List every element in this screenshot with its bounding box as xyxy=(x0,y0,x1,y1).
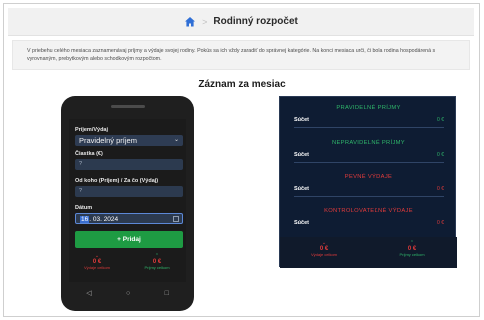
calendar-icon[interactable] xyxy=(173,216,179,222)
amount-input[interactable]: ? xyxy=(75,159,183,170)
chevron-down-icon: ⌄ xyxy=(173,137,179,143)
recent-apps-icon[interactable]: □ xyxy=(165,290,169,297)
divider xyxy=(294,196,444,197)
phone-income-label: Príjmy celkom xyxy=(144,265,170,270)
total-expenses-stat: ⌄ 0 € Výdaje celkom xyxy=(294,240,354,257)
fixed-expenses-row: Súčet 0 € xyxy=(294,186,444,192)
type-select-value: Pravidelný príjem xyxy=(79,136,137,145)
phone-mockup: Príjem/Výdaj Pravidelný príjem ⌄ Čiastka… xyxy=(61,96,194,311)
breadcrumb: > Rodinný rozpočet xyxy=(8,8,474,36)
fixed-expenses-sum: 0 € xyxy=(437,186,444,192)
phone-nav-bar: ◁ ○ □ xyxy=(69,284,186,302)
controlled-expenses-title: KONTROLOVATEĽNÉ VÝDAJE xyxy=(324,208,413,214)
total-income-label: Príjmy celkom xyxy=(399,252,425,257)
sum-label: Súčet xyxy=(294,152,309,158)
irregular-income-sum: 0 € xyxy=(437,152,444,158)
phone-speaker xyxy=(111,105,145,108)
phone-expenses-label: Výdaje celkom xyxy=(83,265,110,270)
divider xyxy=(294,162,444,163)
regular-income-sum: 0 € xyxy=(437,117,444,123)
sum-label: Súčet xyxy=(294,220,309,226)
back-icon[interactable]: ◁ xyxy=(86,289,91,297)
intro-text: V priebehu celého mesiaca zaznamenávaj p… xyxy=(12,40,470,70)
irregular-income-row: Súčet 0 € xyxy=(294,152,444,158)
from-label: Od koho (Príjem) / Za čo (Výdaj) xyxy=(75,178,159,184)
total-income-stat: ⌃ 0 € Príjmy celkom xyxy=(382,240,442,257)
sum-label: Súčet xyxy=(294,117,309,123)
section-title: Záznam za mesiac xyxy=(198,79,286,90)
fixed-expenses-title: PEVNÉ VÝDAJE xyxy=(344,174,393,180)
home-icon[interactable] xyxy=(184,16,196,28)
page-title: Rodinný rozpočet xyxy=(213,16,298,27)
breadcrumb-separator: > xyxy=(202,16,208,27)
phone-expenses-stat: ⌄ 0 € Výdaje celkom xyxy=(77,253,117,270)
type-select[interactable]: Pravidelný príjem ⌄ xyxy=(75,135,183,146)
controlled-expenses-row: Súčet 0 € xyxy=(294,220,444,226)
date-day: 16 xyxy=(80,216,90,223)
divider xyxy=(294,127,444,128)
phone-income-stat: ⌃ 0 € Príjmy celkom xyxy=(137,253,177,270)
panel-footer: ⌄ 0 € Výdaje celkom ⌃ 0 € Príjmy celkom xyxy=(280,237,457,268)
phone-screen: Príjem/Výdaj Pravidelný príjem ⌄ Čiastka… xyxy=(69,119,186,282)
total-expenses-label: Výdaje celkom xyxy=(310,252,337,257)
regular-income-row: Súčet 0 € xyxy=(294,117,444,123)
regular-income-title: PRAVIDELNÉ PRÍJMY xyxy=(336,105,401,111)
type-label: Príjem/Výdaj xyxy=(75,127,109,133)
from-input[interactable]: ? xyxy=(75,186,183,197)
date-input[interactable]: 16. 03. 2024 xyxy=(75,213,183,224)
date-label: Dátum xyxy=(75,205,93,211)
add-button[interactable]: + Pridaj xyxy=(75,231,183,248)
date-rest: . 03. 2024 xyxy=(89,216,119,223)
amount-label: Čiastka (€) xyxy=(75,151,103,157)
sum-label: Súčet xyxy=(294,186,309,192)
home-circle-icon[interactable]: ○ xyxy=(126,290,130,297)
controlled-expenses-sum: 0 € xyxy=(437,220,444,226)
irregular-income-title: NEPRAVIDELNÉ PRÍJMY xyxy=(332,140,405,146)
summary-panel: PRAVIDELNÉ PRÍJMY Súčet 0 € NEPRAVIDELNÉ… xyxy=(279,96,457,268)
